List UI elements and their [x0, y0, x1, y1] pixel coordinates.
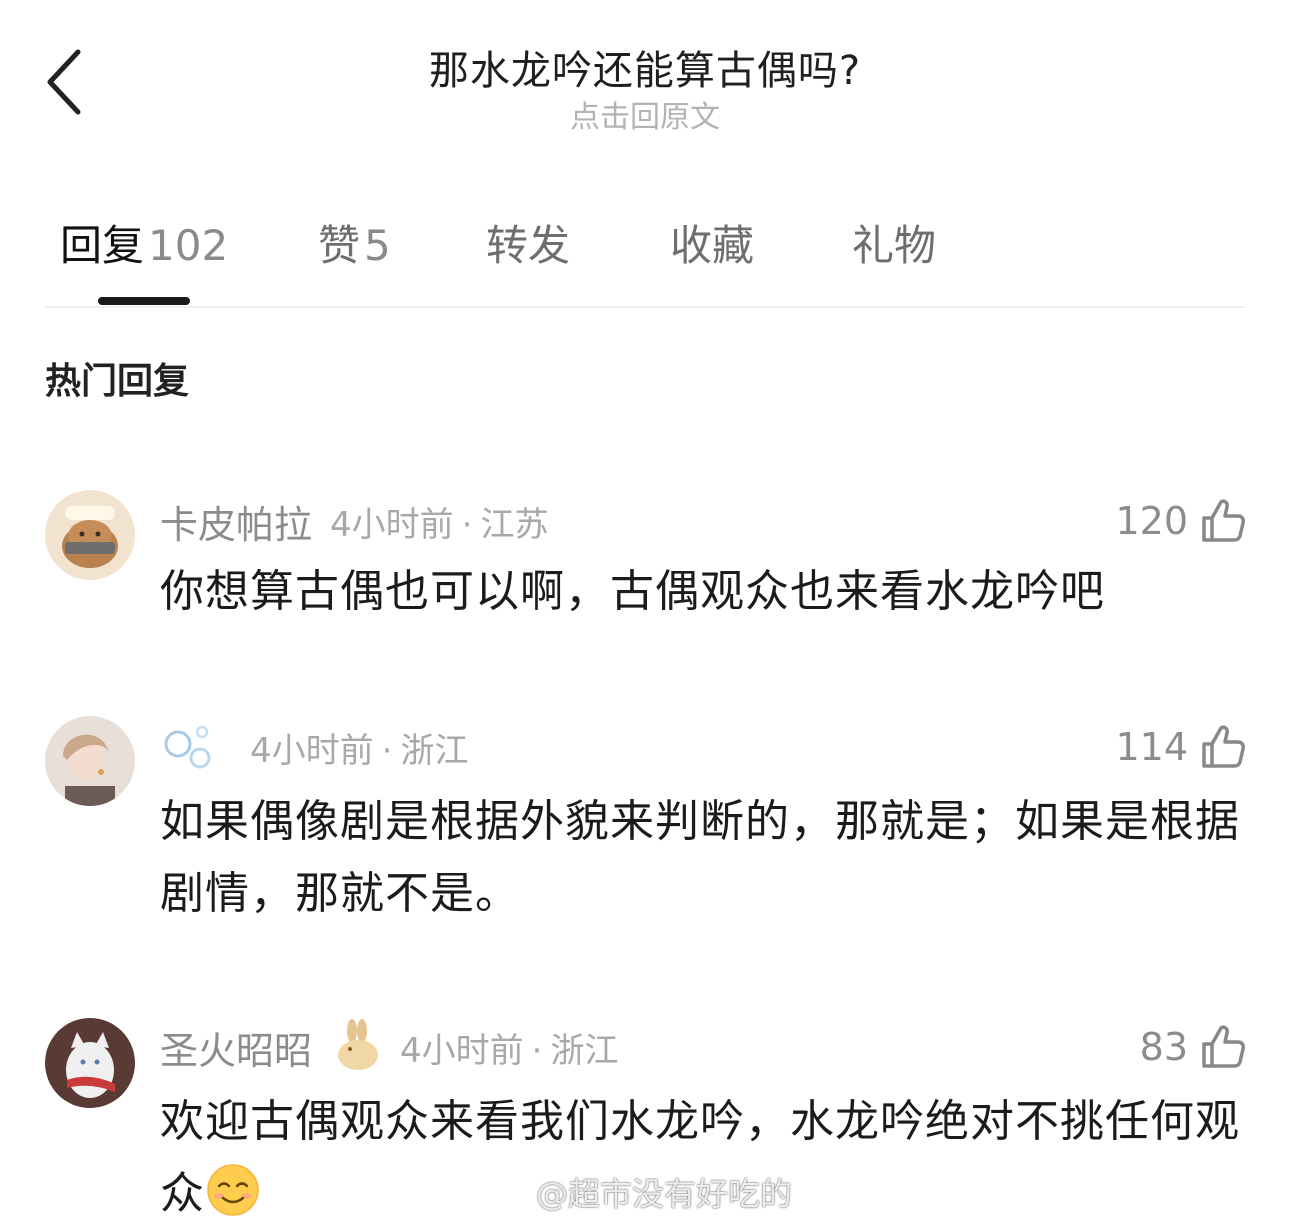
tab-label: 赞 [318, 221, 361, 270]
cat-avatar-image [45, 1018, 135, 1108]
comment-meta: 4小时前 · 江苏 [330, 497, 548, 546]
like-button[interactable]: 120 [1115, 496, 1246, 546]
comment-meta: 4小时前 · 浙江 [400, 1023, 618, 1072]
thumbs-up-icon [1202, 499, 1245, 542]
comment-time: 4小时前 [400, 1030, 524, 1071]
meta-separator: · [531, 1030, 543, 1071]
tab-label: 回复 [60, 221, 145, 270]
tab-gifts[interactable]: 礼物 [852, 212, 936, 273]
comment-header: 4小时前 · 浙江 [160, 722, 468, 772]
watermark: @超市没有好吃的 [484, 1170, 792, 1214]
username[interactable]: 圣火昭昭 [160, 1020, 312, 1075]
bubbles-icon[interactable] [160, 722, 216, 772]
tabs-divider [45, 306, 1245, 308]
username[interactable]: 卡皮帕拉 [160, 494, 312, 549]
thumbs-up-icon [1202, 725, 1245, 768]
section-title: 热门回复 [45, 361, 190, 402]
smiling-face-emoji [207, 1164, 259, 1216]
comment-header: 卡皮帕拉 4小时前 · 江苏 [160, 494, 548, 549]
weibo-logo-icon [485, 1178, 524, 1209]
tab-count: 5 [364, 221, 391, 270]
meta-separator: · [381, 730, 393, 771]
avatar[interactable] [45, 716, 135, 806]
like-count: 120 [1115, 499, 1188, 543]
comment-location: 浙江 [550, 1030, 619, 1071]
comment-meta: 4小时前 · 浙江 [250, 723, 468, 772]
comment-time: 4小时前 [250, 730, 374, 771]
like-count: 83 [1139, 1025, 1188, 1069]
comment-time: 4小时前 [330, 504, 454, 545]
tab-favorites[interactable]: 收藏 [670, 212, 754, 273]
comment-location: 浙江 [400, 730, 469, 771]
like-button[interactable]: 114 [1115, 722, 1246, 772]
avatar[interactable] [45, 1018, 135, 1108]
like-count: 114 [1115, 725, 1188, 769]
tab-likes[interactable]: 赞5 [318, 212, 391, 273]
watermark-text: @超市没有好吃的 [536, 1175, 793, 1213]
active-tab-indicator [98, 297, 190, 305]
tab-label: 礼物 [852, 221, 937, 270]
avatar[interactable] [45, 490, 135, 580]
comment-header: 圣火昭昭 4小时前 · 浙江 [160, 1019, 618, 1075]
comment-location: 江苏 [480, 504, 549, 545]
comment-text: 你想算古偶也可以啊，古偶观众也来看水龙吟吧 [160, 566, 1105, 617]
comment-text: 如果偶像剧是根据外貌来判断的，那就是；如果是根据剧情，那就不是。 [160, 796, 1240, 919]
capybara-avatar-image [45, 490, 135, 580]
back-to-original-link[interactable]: 点击回原文 [0, 92, 1290, 136]
thumbs-up-icon [1202, 1025, 1245, 1068]
tab-label: 收藏 [670, 221, 755, 270]
rabbit-badge-icon [338, 1019, 379, 1070]
tab-count: 102 [148, 221, 229, 270]
meta-separator: · [461, 504, 473, 545]
tab-reposts[interactable]: 转发 [486, 212, 570, 273]
like-button[interactable]: 83 [1140, 1022, 1246, 1072]
tab-label: 转发 [486, 221, 571, 270]
tab-replies[interactable]: 回复102 [60, 212, 228, 273]
girl-portrait-avatar-image [45, 716, 135, 806]
page-title: 那水龙吟还能算古偶吗? [428, 48, 862, 94]
